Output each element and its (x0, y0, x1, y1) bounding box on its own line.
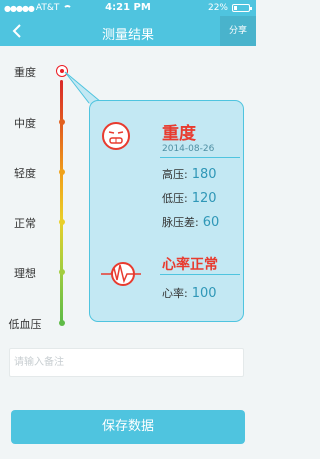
measurement-date: 2014-08-26 (162, 144, 215, 154)
result-card: 重度 2014-08-26 高压: 180 低压: 120 脉压差: 60 心率正常 … (89, 100, 244, 322)
divider (160, 274, 240, 275)
diastolic-label: 低压: (162, 192, 188, 205)
pulse-pressure-value: 60 (202, 215, 220, 230)
systolic-row: 高压: 180 (162, 166, 217, 182)
level-label-mild: 轻度 (14, 167, 36, 180)
pulse-pressure-label: 脉压差: (162, 216, 199, 229)
callout-pointer (64, 71, 102, 104)
heart-rate-row: 心率: 100 (162, 285, 217, 301)
battery-percent: 22% (207, 3, 228, 13)
share-button[interactable]: 分享 (220, 16, 256, 46)
level-marker-ideal (59, 269, 65, 275)
page-title: 测量结果 (101, 28, 154, 43)
save-button[interactable]: 保存数据 (11, 410, 245, 444)
divider (160, 157, 240, 158)
level-label-moderate: 中度 (14, 117, 36, 130)
level-label-severe: 重度 (14, 66, 36, 79)
pulse-pressure-row: 脉压差: 60 (162, 214, 219, 230)
level-marker-hypotension (59, 320, 65, 326)
level-marker-normal (59, 219, 65, 225)
systolic-label: 高压: (162, 168, 188, 181)
nav-bar: 测量结果 分享 (0, 16, 256, 46)
status-bar: ●●●●● AT&T 4:21 PM 22% (0, 0, 256, 16)
heart-rate-value: 100 (191, 286, 217, 301)
systolic-value: 180 (191, 167, 217, 182)
diastolic-value: 120 (191, 191, 217, 206)
note-input[interactable] (9, 348, 244, 377)
severity-title: 重度 (162, 124, 196, 144)
battery-icon (232, 4, 252, 12)
level-marker-moderate (59, 119, 65, 125)
level-label-normal: 正常 (14, 217, 36, 230)
heart-rate-label: 心率: (162, 287, 188, 300)
level-label-hypotension: 低血压 (8, 318, 42, 331)
level-label-ideal: 理想 (14, 267, 36, 280)
heartbeat-icon (101, 262, 141, 286)
sad-face-icon (102, 122, 130, 150)
severity-scale-bar (60, 80, 63, 322)
diastolic-row: 低压: 120 (162, 190, 217, 206)
level-marker-mild (59, 169, 65, 175)
heart-rate-status: 心率正常 (162, 257, 218, 273)
